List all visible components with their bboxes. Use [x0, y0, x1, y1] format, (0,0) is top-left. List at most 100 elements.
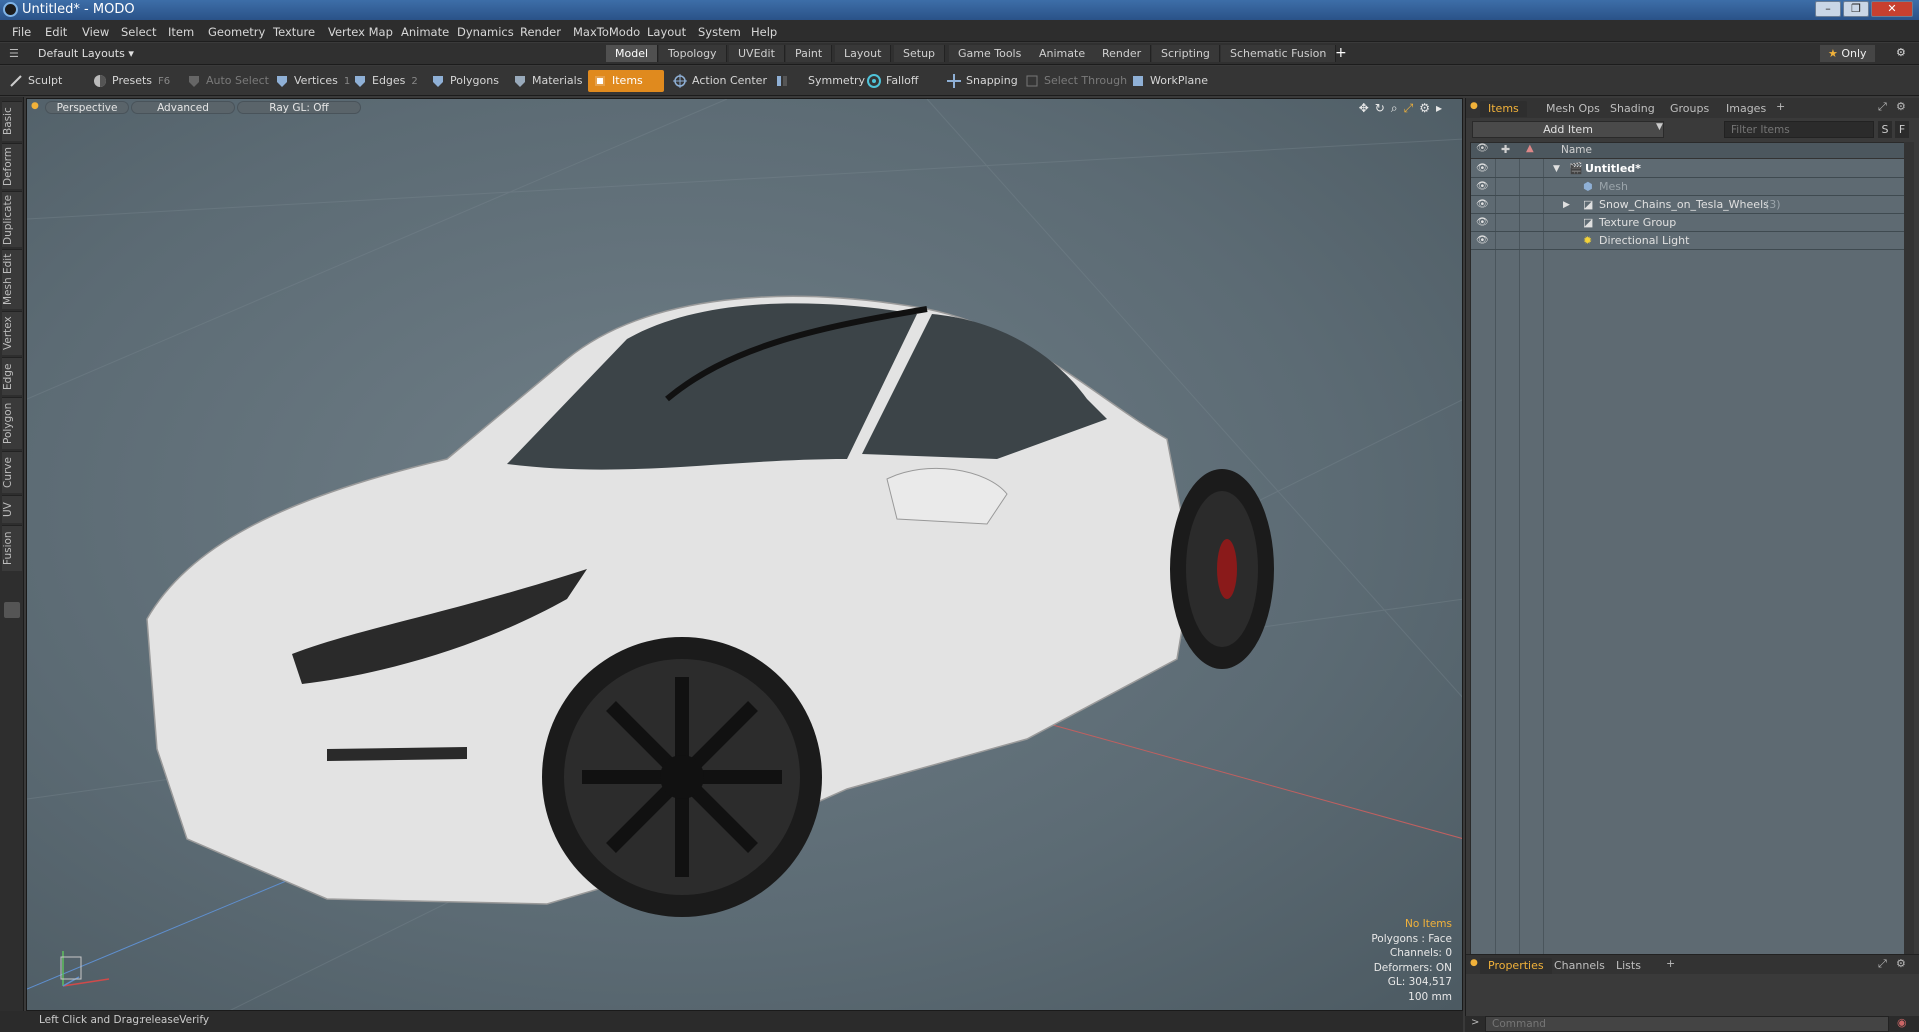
tab-scripting[interactable]: Scripting: [1152, 45, 1220, 62]
snapping-button[interactable]: Snapping: [942, 70, 1024, 92]
panel-dot-icon[interactable]: ●: [1470, 101, 1478, 111]
collapse-arrow-icon[interactable]: ▼: [1553, 160, 1560, 178]
tab-paint[interactable]: Paint: [786, 45, 833, 62]
tab-items[interactable]: Items: [1480, 101, 1527, 117]
menu-edit[interactable]: Edit: [45, 25, 67, 39]
menu-maxtomodo[interactable]: MaxToModo: [573, 25, 640, 39]
visibility-column-icon[interactable]: 👁: [1476, 143, 1489, 154]
tab-model[interactable]: Model: [606, 45, 659, 62]
tab-lists[interactable]: Lists: [1608, 958, 1649, 974]
tab-render[interactable]: Render: [1093, 45, 1152, 62]
eye-icon[interactable]: 👁: [1476, 160, 1489, 178]
tab-game-tools[interactable]: Game Tools: [949, 45, 1032, 62]
tree-row-texture-group[interactable]: 👁 ◪ Texture Group: [1471, 214, 1906, 232]
menu-file[interactable]: File: [12, 25, 31, 39]
tab-schematic-fusion[interactable]: Schematic Fusion: [1221, 45, 1337, 62]
maximize-button[interactable]: ❐: [1843, 1, 1869, 17]
tab-groups[interactable]: Groups: [1662, 101, 1717, 117]
add-panel-tab-icon[interactable]: +: [1776, 100, 1785, 113]
workplane-button[interactable]: WorkPlane: [1126, 70, 1214, 92]
menu-render[interactable]: Render: [520, 25, 561, 39]
tab-topology[interactable]: Topology: [659, 45, 727, 62]
vtab-deform[interactable]: Deform: [2, 143, 22, 189]
polygons-button[interactable]: Polygons: [426, 70, 505, 92]
render-column-icon[interactable]: ▲: [1526, 143, 1534, 154]
tab-options-button[interactable]: [4, 602, 20, 618]
menu-vertex-map[interactable]: Vertex Map: [328, 25, 393, 39]
filter-items-input[interactable]: [1724, 121, 1874, 138]
edges-button[interactable]: Edges 2: [348, 70, 424, 92]
falloff-button[interactable]: Falloff: [862, 70, 924, 92]
tab-images[interactable]: Images: [1718, 101, 1774, 117]
items-button[interactable]: Items: [588, 70, 664, 92]
command-history-icon[interactable]: ◉: [1897, 1016, 1907, 1029]
vtab-basic[interactable]: Basic: [2, 101, 22, 141]
vtab-edge[interactable]: Edge: [2, 357, 22, 395]
action-center-button[interactable]: Action Center: [668, 70, 773, 92]
filter-f-button[interactable]: F: [1895, 121, 1909, 138]
eye-icon[interactable]: 👁: [1476, 232, 1489, 250]
menu-view[interactable]: View: [82, 25, 109, 39]
vtab-vertex[interactable]: Vertex: [2, 311, 22, 355]
filter-s-button[interactable]: S: [1878, 121, 1892, 138]
tree-row-snow-chains[interactable]: 👁 ▶ ◪ Snow_Chains_on_Tesla_Wheels (3): [1471, 196, 1906, 214]
tree-row-mesh[interactable]: 👁 ⬢ Mesh: [1471, 178, 1906, 196]
tab-setup[interactable]: Setup: [894, 45, 946, 62]
vtab-uv[interactable]: UV: [2, 495, 22, 523]
menu-texture[interactable]: Texture: [273, 25, 315, 39]
properties-dot-icon[interactable]: ●: [1470, 958, 1478, 968]
vtab-curve[interactable]: Curve: [2, 451, 22, 493]
command-input[interactable]: [1485, 1016, 1889, 1032]
add-tab-icon[interactable]: +: [1335, 45, 1347, 61]
close-button[interactable]: ✕: [1871, 1, 1913, 17]
presets-button[interactable]: Presets F6: [88, 70, 176, 92]
add-item-button[interactable]: Add Item: [1472, 121, 1664, 138]
menu-layout[interactable]: Layout: [647, 25, 686, 39]
tree-scrollbar[interactable]: [1904, 142, 1914, 962]
3d-viewport[interactable]: ● Perspective Advanced Ray GL: Off ✥↻⌕⤢⚙…: [26, 98, 1463, 1011]
eye-icon[interactable]: 👁: [1476, 196, 1489, 214]
name-column-header[interactable]: Name: [1561, 144, 1592, 156]
tab-mesh-ops[interactable]: Mesh Ops: [1538, 101, 1608, 117]
menu-dynamics[interactable]: Dynamics: [457, 25, 514, 39]
materials-button[interactable]: Materials: [508, 70, 588, 92]
menu-item[interactable]: Item: [168, 25, 194, 39]
menu-animate[interactable]: Animate: [401, 25, 449, 39]
eye-icon[interactable]: 👁: [1476, 214, 1489, 232]
layout-selector[interactable]: Default Layouts ▾: [38, 47, 134, 60]
eye-icon[interactable]: 👁: [1476, 178, 1489, 196]
menu-system[interactable]: System: [698, 25, 741, 39]
layout-menu-icon[interactable]: ☰: [9, 47, 19, 60]
tab-uvedit[interactable]: UVEdit: [729, 45, 785, 62]
minimize-button[interactable]: –: [1815, 1, 1841, 17]
tab-animate[interactable]: Animate: [1030, 45, 1096, 62]
menu-select[interactable]: Select: [121, 25, 156, 39]
expand-properties-icon[interactable]: ⤢: [1878, 957, 1887, 971]
symmetry-button[interactable]: Symmetry: [770, 70, 871, 92]
tab-properties[interactable]: Properties: [1480, 958, 1552, 974]
expand-arrow-icon[interactable]: ▶: [1563, 196, 1570, 214]
tab-layout[interactable]: Layout: [835, 45, 892, 62]
tree-row-directional-light[interactable]: 👁 ✹ Directional Light: [1471, 232, 1906, 250]
properties-gear-icon[interactable]: ⚙: [1896, 957, 1906, 970]
expand-panel-icon[interactable]: ⤢: [1878, 100, 1887, 114]
select-through-button[interactable]: Select Through: [1020, 70, 1133, 92]
only-toggle[interactable]: ★ Only: [1820, 45, 1875, 62]
sculpt-button[interactable]: Sculpt: [4, 70, 68, 92]
gear-icon[interactable]: ⚙: [1896, 46, 1906, 59]
vtab-polygon[interactable]: Polygon: [2, 397, 22, 449]
add-properties-tab-icon[interactable]: +: [1666, 957, 1675, 970]
auto-select-button[interactable]: Auto Select: [182, 70, 275, 92]
menu-geometry[interactable]: Geometry: [208, 25, 265, 39]
add-item-dropdown-icon[interactable]: ▼: [1656, 122, 1663, 132]
menu-help[interactable]: Help: [751, 25, 777, 39]
tree-row-scene[interactable]: 👁 ▼ 🎬 Untitled*: [1471, 160, 1906, 178]
lock-column-icon[interactable]: ✚: [1501, 143, 1510, 156]
vtab-fusion[interactable]: Fusion: [2, 525, 22, 571]
vtab-duplicate[interactable]: Duplicate: [2, 191, 22, 247]
tab-channels[interactable]: Channels: [1546, 958, 1613, 974]
tab-shading[interactable]: Shading: [1602, 101, 1663, 117]
vertices-button[interactable]: Vertices 1: [270, 70, 356, 92]
panel-gear-icon[interactable]: ⚙: [1896, 100, 1906, 113]
vtab-mesh-edit[interactable]: Mesh Edit: [2, 249, 22, 309]
